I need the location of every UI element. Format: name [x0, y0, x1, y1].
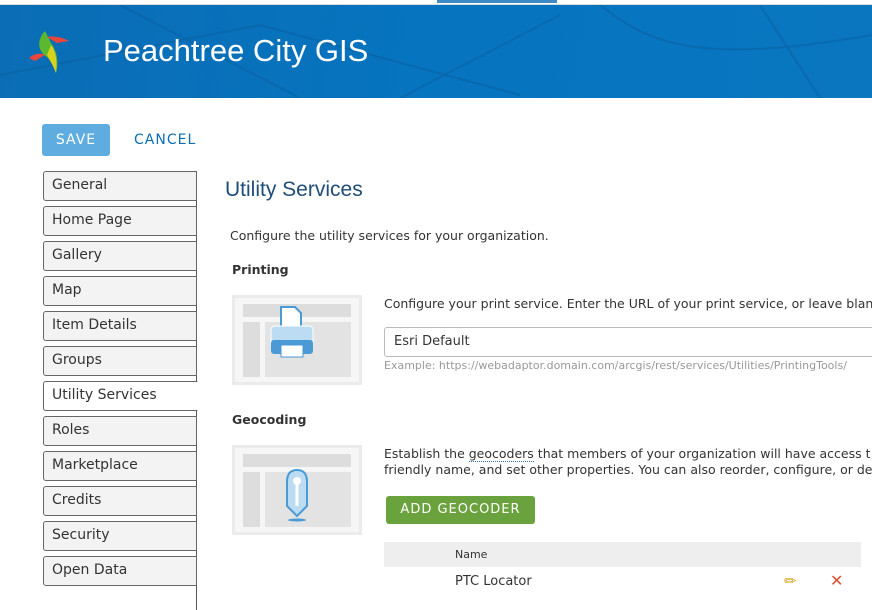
page-title: Utility Services	[225, 178, 363, 201]
name-column-header[interactable]: Name	[455, 548, 487, 561]
header-banner: Peachtree City GIS	[0, 5, 872, 98]
tab-map[interactable]: Map	[43, 276, 197, 306]
geocoding-text: Establish the geocoders that members of …	[384, 446, 871, 462]
printer-icon	[243, 304, 351, 377]
tab-groups[interactable]: Groups	[43, 346, 197, 376]
page-description: Configure the utility services for your …	[230, 228, 549, 243]
printing-heading: Printing	[232, 262, 289, 277]
table-row: PTC Locator ✏ ✕	[384, 570, 861, 596]
geocoder-name: PTC Locator	[455, 574, 532, 589]
tab-gallery[interactable]: Gallery	[43, 241, 197, 271]
geocoding-text-post: that members of your organization will h…	[533, 446, 871, 461]
site-title: Peachtree City GIS	[103, 33, 369, 68]
tab-utility-services[interactable]: Utility Services	[43, 381, 198, 411]
close-icon[interactable]: ✕	[830, 571, 843, 590]
tab-credits[interactable]: Credits	[43, 486, 197, 516]
print-service-hint: Example: https://webadaptor.domain.com/a…	[384, 359, 847, 372]
save-button[interactable]: SAVE	[42, 124, 110, 156]
geocoding-illustration	[232, 445, 362, 535]
add-geocoder-button[interactable]: ADD GEOCODER	[386, 496, 535, 524]
geocoders-tooltip-link[interactable]: geocoders	[468, 446, 534, 462]
tab-marketplace[interactable]: Marketplace	[43, 451, 197, 481]
geocoding-text-pre: Establish the	[384, 446, 469, 461]
tab-home-page[interactable]: Home Page	[43, 206, 197, 236]
printing-text: Configure your print service. Enter the …	[384, 296, 872, 311]
tab-roles[interactable]: Roles	[43, 416, 197, 446]
location-pin-icon	[243, 454, 351, 527]
settings-tabs: General Home Page Gallery Map Item Detai…	[43, 171, 198, 591]
geocoding-heading: Geocoding	[232, 412, 307, 427]
tab-item-details[interactable]: Item Details	[43, 311, 197, 341]
geocoder-table-header: Name	[384, 542, 861, 567]
printing-illustration	[232, 295, 362, 385]
hummingbird-logo-icon	[29, 31, 69, 73]
active-nav-indicator	[437, 0, 557, 3]
pencil-icon[interactable]: ✏	[784, 572, 797, 590]
tab-open-data[interactable]: Open Data	[43, 556, 197, 586]
cancel-button[interactable]: CANCEL	[134, 124, 196, 156]
tab-security[interactable]: Security	[43, 521, 197, 551]
print-service-url-input[interactable]: Esri Default	[384, 327, 872, 357]
tab-general[interactable]: General	[43, 171, 197, 201]
geocoding-text-line2: friendly name, and set other properties.…	[384, 462, 872, 477]
